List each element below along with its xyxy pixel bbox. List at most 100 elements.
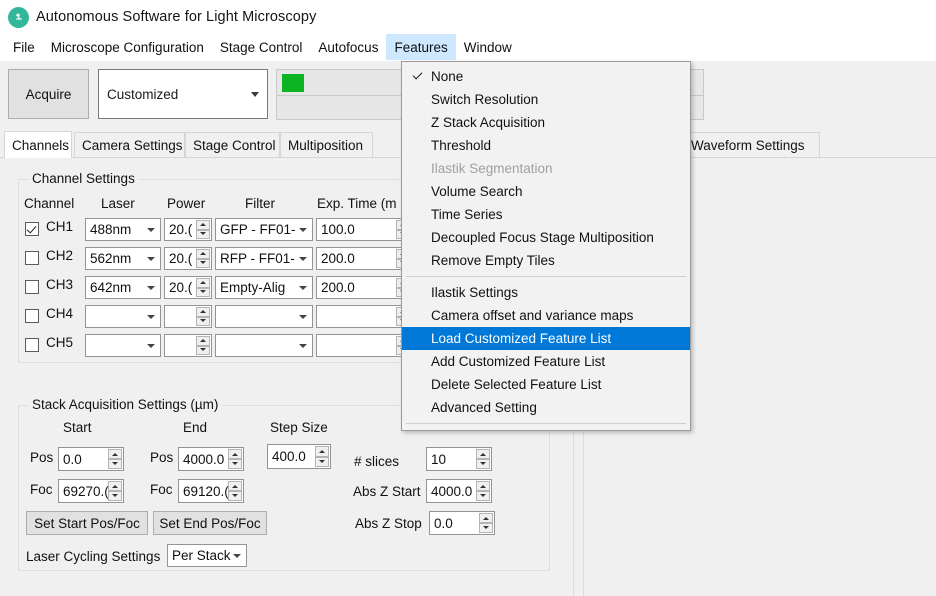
- spinner-arrows[interactable]: [476, 481, 490, 501]
- spinner-down-icon[interactable]: [315, 456, 329, 467]
- spinner-arrows[interactable]: [228, 481, 242, 501]
- spinner-arrows[interactable]: [476, 449, 490, 469]
- menu-item-time-series[interactable]: Time Series: [402, 203, 690, 226]
- menu-window[interactable]: Window: [456, 34, 520, 60]
- spinner-up-icon[interactable]: [315, 446, 329, 457]
- channel-checkbox-ch2[interactable]: [25, 251, 39, 265]
- menu-stage-control[interactable]: Stage Control: [212, 34, 311, 60]
- menu-item-advanced-setting[interactable]: Advanced Setting: [402, 396, 690, 419]
- spinner-arrows[interactable]: [108, 481, 122, 501]
- spinner-arrows[interactable]: [196, 278, 210, 297]
- abs-z-start-spinbox[interactable]: 4000.0: [426, 479, 492, 503]
- spinner-arrows[interactable]: [228, 449, 242, 469]
- power-spinbox-ch1[interactable]: 20.(: [164, 218, 212, 241]
- spinner-down-icon[interactable]: [196, 229, 210, 239]
- set-end-pos-foc-button[interactable]: Set End Pos/Foc: [153, 511, 267, 535]
- spinner-down-icon[interactable]: [476, 491, 490, 501]
- tab-multiposition[interactable]: Multiposition: [280, 132, 373, 158]
- power-spinbox-ch2[interactable]: 20.(: [164, 247, 212, 270]
- laser-combo-ch4[interactable]: [85, 305, 161, 328]
- power-spinbox-ch3[interactable]: 20.(: [164, 276, 212, 299]
- power-spinbox-ch5[interactable]: [164, 334, 212, 357]
- abs-z-stop-spinbox[interactable]: 0.0: [429, 511, 495, 535]
- menu-item-camera-offset-and-variance-maps[interactable]: Camera offset and variance maps: [402, 304, 690, 327]
- menu-item-switch-resolution[interactable]: Switch Resolution: [402, 88, 690, 111]
- spinner-arrows[interactable]: [196, 220, 210, 239]
- spinner-up-icon[interactable]: [108, 449, 122, 459]
- end-foc-spinbox[interactable]: 69120.(: [178, 479, 244, 503]
- exposure-spinbox-ch3[interactable]: 200.0: [316, 276, 412, 299]
- tab-channels[interactable]: Channels: [4, 131, 72, 158]
- start-foc-spinbox[interactable]: 69270.(: [58, 479, 124, 503]
- menu-features[interactable]: Features: [386, 34, 456, 60]
- power-spinbox-ch4[interactable]: [164, 305, 212, 328]
- menu-item-z-stack-acquisition[interactable]: Z Stack Acquisition: [402, 111, 690, 134]
- spinner-up-icon[interactable]: [108, 481, 122, 491]
- spinner-down-icon[interactable]: [196, 258, 210, 268]
- acquire-button[interactable]: Acquire: [8, 69, 89, 119]
- tab-camera-settings[interactable]: Camera Settings: [74, 132, 185, 158]
- end-pos-spinbox[interactable]: 4000.0: [178, 447, 244, 471]
- menu-item-none[interactable]: None: [402, 65, 690, 88]
- spinner-down-icon[interactable]: [108, 459, 122, 469]
- channel-checkbox-ch1[interactable]: [25, 222, 39, 236]
- menu-item-delete-selected-feature-list[interactable]: Delete Selected Feature List: [402, 373, 690, 396]
- menu-autofocus[interactable]: Autofocus: [310, 34, 386, 60]
- menu-item-volume-search[interactable]: Volume Search: [402, 180, 690, 203]
- menu-item-load-customized-feature-list[interactable]: Load Customized Feature List: [402, 327, 690, 350]
- channel-checkbox-ch4[interactable]: [25, 309, 39, 323]
- channel-checkbox-ch3[interactable]: [25, 280, 39, 294]
- spinner-down-icon[interactable]: [479, 523, 493, 533]
- laser-combo-ch5[interactable]: [85, 334, 161, 357]
- menu-item-remove-empty-tiles[interactable]: Remove Empty Tiles: [402, 249, 690, 272]
- start-pos-spinbox[interactable]: 0.0: [58, 447, 124, 471]
- exposure-spinbox-ch1[interactable]: 100.0: [316, 218, 412, 241]
- channel-checkbox-ch5[interactable]: [25, 338, 39, 352]
- spinner-up-icon[interactable]: [196, 278, 210, 288]
- spinner-down-icon[interactable]: [196, 316, 210, 326]
- slices-spinbox[interactable]: 10: [426, 447, 492, 471]
- filter-combo-ch4[interactable]: [215, 305, 313, 328]
- spinner-up-icon[interactable]: [196, 249, 210, 259]
- spinner-down-icon[interactable]: [228, 459, 242, 469]
- spinner-up-icon[interactable]: [196, 336, 210, 346]
- spinner-up-icon[interactable]: [228, 449, 242, 459]
- spinner-arrows[interactable]: [196, 336, 210, 355]
- spinner-up-icon[interactable]: [228, 481, 242, 491]
- set-start-pos-foc-button[interactable]: Set Start Pos/Foc: [26, 511, 148, 535]
- spinner-down-icon[interactable]: [476, 459, 490, 469]
- step-size-spinbox[interactable]: 400.0: [267, 444, 331, 469]
- menu-item-ilastik-settings[interactable]: Ilastik Settings: [402, 281, 690, 304]
- laser-combo-ch3[interactable]: 642nm: [85, 276, 161, 299]
- spinner-arrows[interactable]: [196, 249, 210, 268]
- spinner-arrows[interactable]: [479, 513, 493, 533]
- spinner-arrows[interactable]: [315, 446, 329, 467]
- menu-file[interactable]: File: [5, 34, 43, 60]
- spinner-up-icon[interactable]: [476, 449, 490, 459]
- filter-combo-ch2[interactable]: RFP - FF01-: [215, 247, 313, 270]
- tab-stage-control[interactable]: Stage Control: [185, 132, 280, 158]
- menu-item-threshold[interactable]: Threshold: [402, 134, 690, 157]
- filter-combo-ch3[interactable]: Empty-Alig: [215, 276, 313, 299]
- spinner-arrows[interactable]: [108, 449, 122, 469]
- spinner-up-icon[interactable]: [196, 307, 210, 317]
- spinner-arrows[interactable]: [196, 307, 210, 326]
- spinner-down-icon[interactable]: [228, 491, 242, 501]
- laser-combo-ch1[interactable]: 488nm: [85, 218, 161, 241]
- spinner-down-icon[interactable]: [108, 491, 122, 501]
- menu-item-decoupled-focus-stage-multiposition[interactable]: Decoupled Focus Stage Multiposition: [402, 226, 690, 249]
- spinner-up-icon[interactable]: [479, 513, 493, 523]
- spinner-up-icon[interactable]: [196, 220, 210, 230]
- spinner-down-icon[interactable]: [196, 345, 210, 355]
- menu-item-add-customized-feature-list[interactable]: Add Customized Feature List: [402, 350, 690, 373]
- exposure-spinbox-ch5[interactable]: [316, 334, 412, 357]
- spinner-down-icon[interactable]: [196, 287, 210, 297]
- filter-combo-ch1[interactable]: GFP - FF01-: [215, 218, 313, 241]
- menu-microscope-configuration[interactable]: Microscope Configuration: [43, 34, 212, 60]
- spinner-up-icon[interactable]: [476, 481, 490, 491]
- exposure-spinbox-ch2[interactable]: 200.0: [316, 247, 412, 270]
- laser-cycling-combo[interactable]: Per Stack: [167, 544, 247, 567]
- acquisition-mode-combo[interactable]: Customized: [98, 69, 268, 119]
- exposure-spinbox-ch4[interactable]: [316, 305, 412, 328]
- filter-combo-ch5[interactable]: [215, 334, 313, 357]
